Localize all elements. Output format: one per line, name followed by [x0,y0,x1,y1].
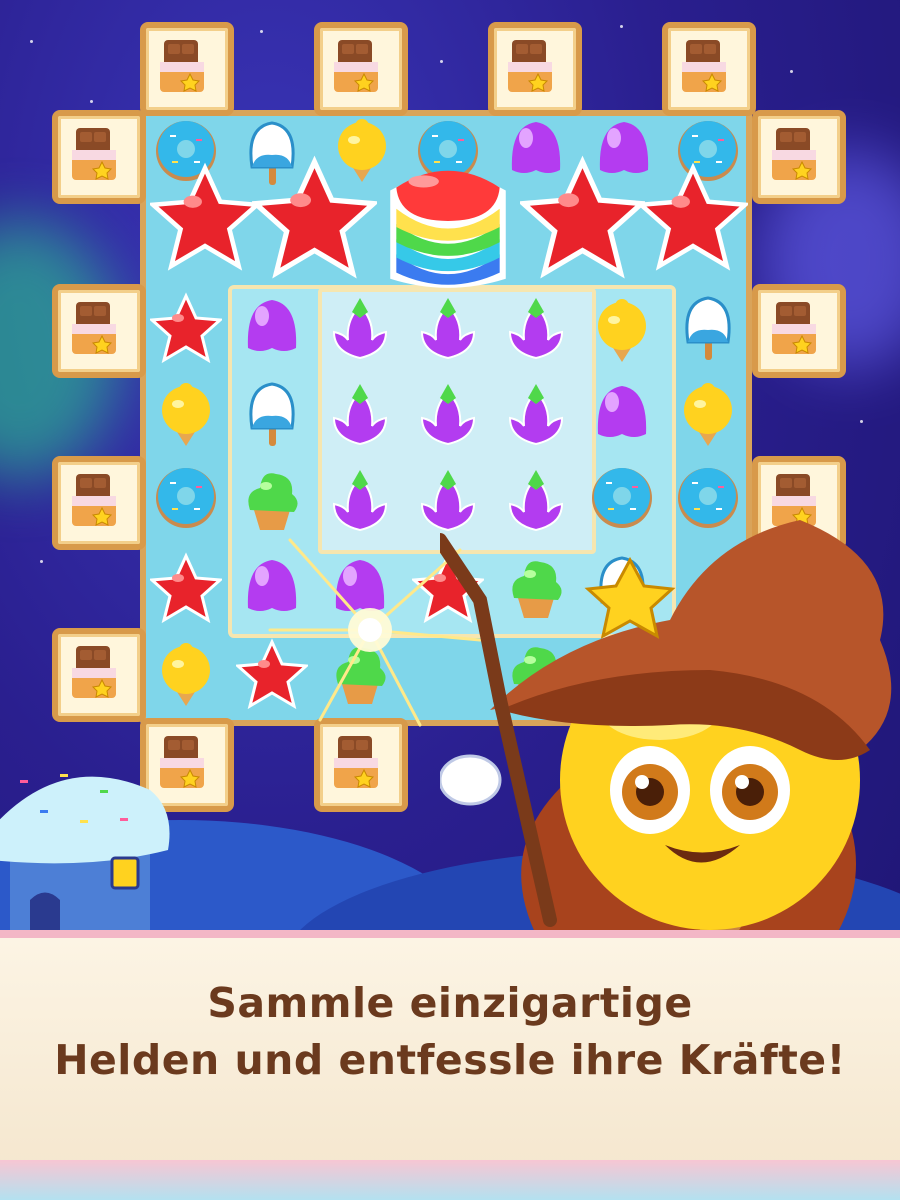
chocolate-tile[interactable] [488,22,582,116]
lotus-icon[interactable] [324,378,396,450]
chocolate-tile[interactable] [52,456,146,550]
sky-star [440,60,443,63]
chocolate-tile[interactable] [52,628,146,722]
chocolate-box-icon [772,474,816,526]
popsicle-icon[interactable] [672,290,744,362]
lotus-icon[interactable] [500,292,572,364]
chocolate-box-icon [72,646,116,698]
chocolate-tile[interactable] [52,284,146,378]
chocolate-box-icon [72,128,116,180]
sky-star [790,70,793,73]
chocolate-tile[interactable] [752,284,846,378]
lemon-icecream-icon[interactable] [586,292,658,364]
lotus-icon[interactable] [412,378,484,450]
sky-star [40,560,43,563]
sky-star [90,100,93,103]
chocolate-box-icon [508,40,552,92]
red-star-icon [150,162,260,272]
red-star-icon [520,155,645,280]
chocolate-tile[interactable] [52,110,146,204]
donut-icon[interactable] [150,462,222,534]
chocolate-box-icon [334,40,378,92]
jelly-icon[interactable] [586,376,658,448]
lemon-icecream-icon[interactable] [150,376,222,448]
chocolate-box-icon [772,128,816,180]
red-star-icon [638,162,748,272]
caption-line-1: Sammle einzigartige [207,979,693,1027]
lotus-icon[interactable] [412,292,484,364]
promo-caption: Sammle einzigartige Helden und entfessle… [0,975,900,1089]
chocolate-tile[interactable] [314,22,408,116]
chocolate-box-icon [334,736,378,788]
sky-star [620,25,623,28]
star-candy-icon[interactable] [150,552,222,624]
chocolate-tile[interactable] [752,110,846,204]
panel-bottom-strip [0,1160,900,1200]
chocolate-box-icon [682,40,726,92]
caption-line-2: Helden und entfessle ihre Kräfte! [54,1036,846,1084]
chocolate-box-icon [160,40,204,92]
red-star-icon [252,155,377,280]
star-candy-icon[interactable] [150,292,222,364]
wizard-hero [440,520,892,960]
sky-star [30,40,33,43]
lemon-icecream-icon[interactable] [672,376,744,448]
candy-house [0,774,170,930]
lemon-icecream-icon[interactable] [150,636,222,708]
lotus-icon[interactable] [500,378,572,450]
chocolate-box-icon [72,474,116,526]
chocolate-tile[interactable] [662,22,756,116]
chocolate-box-icon [72,302,116,354]
sky-star [260,30,263,33]
rainbow-cake-icon [390,170,506,288]
chocolate-tile[interactable] [140,22,234,116]
jelly-icon[interactable] [236,290,308,362]
popsicle-icon[interactable] [236,376,308,448]
lotus-icon[interactable] [324,292,396,364]
chocolate-box-icon [772,302,816,354]
sky-star [860,420,863,423]
